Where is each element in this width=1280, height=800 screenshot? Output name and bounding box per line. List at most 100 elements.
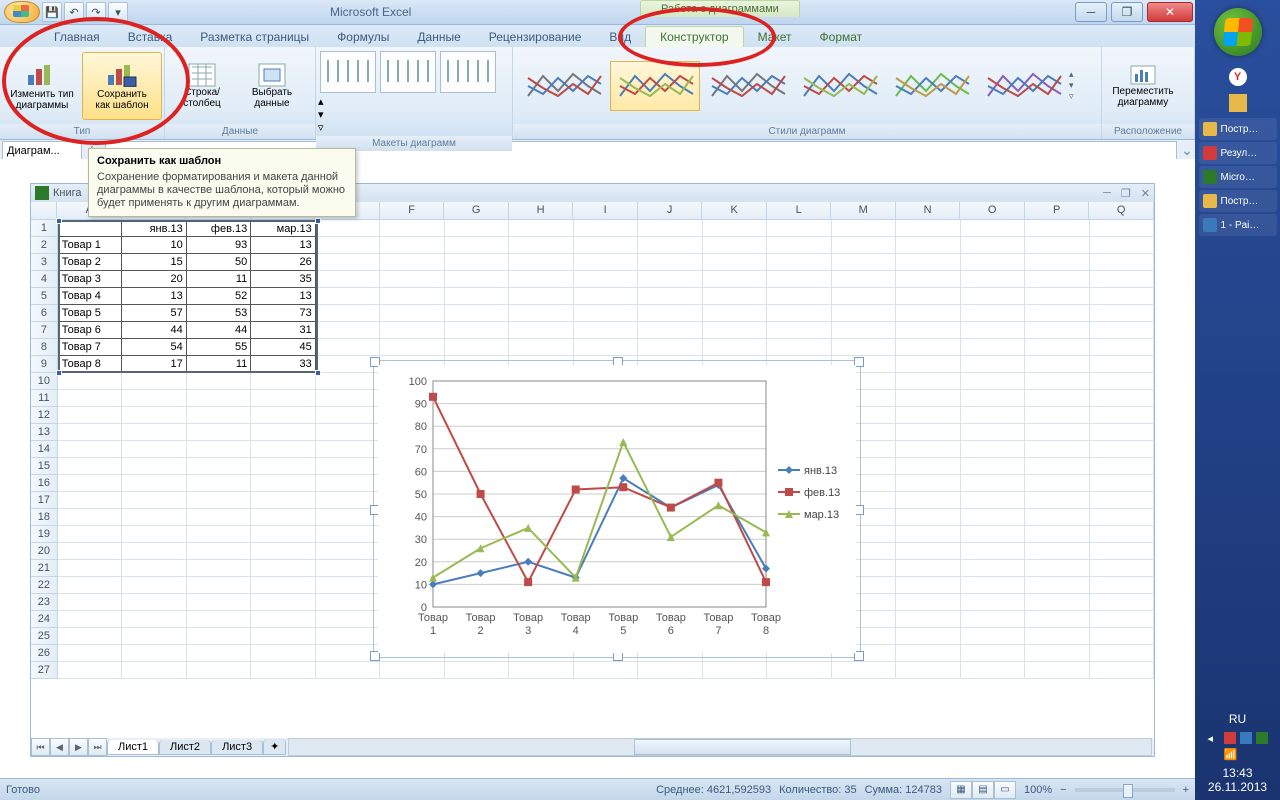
cell[interactable] bbox=[316, 543, 380, 560]
cell[interactable] bbox=[1025, 492, 1089, 509]
cell[interactable] bbox=[1025, 662, 1089, 679]
chart-object[interactable]: 0102030405060708090100Товар1Товар2Товар3… bbox=[373, 360, 861, 658]
chart-style-option[interactable] bbox=[978, 61, 1068, 111]
select-all-corner[interactable] bbox=[31, 202, 57, 219]
cell[interactable] bbox=[187, 373, 251, 390]
cell[interactable] bbox=[638, 220, 702, 237]
cell[interactable] bbox=[961, 356, 1025, 373]
save-as-template-button[interactable]: Сохранить как шаблон bbox=[82, 52, 162, 120]
cell[interactable] bbox=[122, 560, 186, 577]
cell[interactable] bbox=[380, 254, 444, 271]
cell[interactable] bbox=[961, 492, 1025, 509]
sheet-nav-last[interactable]: ⏭ bbox=[88, 738, 107, 756]
cell[interactable] bbox=[251, 475, 315, 492]
cell[interactable] bbox=[896, 288, 960, 305]
cell[interactable] bbox=[896, 322, 960, 339]
taskbar-item[interactable]: Micro… bbox=[1199, 166, 1277, 188]
cell[interactable] bbox=[767, 662, 831, 679]
wb-restore-button[interactable]: ❐ bbox=[1121, 187, 1131, 200]
cell[interactable] bbox=[574, 288, 638, 305]
cell[interactable] bbox=[767, 339, 831, 356]
new-sheet-button[interactable]: ✦ bbox=[263, 739, 286, 755]
col-header[interactable]: J bbox=[638, 202, 703, 219]
view-normal-button[interactable]: ▦ bbox=[950, 781, 972, 799]
cell[interactable] bbox=[896, 526, 960, 543]
row-header[interactable]: 2 bbox=[31, 237, 58, 254]
cell[interactable] bbox=[896, 220, 960, 237]
cell[interactable] bbox=[896, 339, 960, 356]
cell[interactable] bbox=[1025, 271, 1089, 288]
cell[interactable] bbox=[961, 424, 1025, 441]
cell[interactable] bbox=[767, 322, 831, 339]
col-header[interactable]: M bbox=[831, 202, 896, 219]
cell[interactable] bbox=[896, 271, 960, 288]
cell[interactable] bbox=[58, 560, 122, 577]
cell[interactable] bbox=[703, 237, 767, 254]
cell[interactable] bbox=[122, 543, 186, 560]
row-header[interactable]: 25 bbox=[31, 628, 58, 645]
tab-chart-design[interactable]: Конструктор bbox=[645, 26, 743, 47]
tray-icon[interactable] bbox=[1256, 732, 1268, 744]
cell[interactable] bbox=[832, 237, 896, 254]
cell[interactable] bbox=[122, 458, 186, 475]
cell[interactable] bbox=[574, 271, 638, 288]
cell[interactable] bbox=[58, 662, 122, 679]
row-header[interactable]: 26 bbox=[31, 645, 58, 662]
cell[interactable] bbox=[251, 543, 315, 560]
undo-icon[interactable]: ↶ bbox=[64, 2, 84, 22]
cell[interactable] bbox=[1090, 288, 1154, 305]
view-pagebreak-button[interactable]: ▭ bbox=[994, 781, 1016, 799]
cell[interactable] bbox=[251, 492, 315, 509]
cell[interactable] bbox=[574, 662, 638, 679]
cell[interactable] bbox=[1025, 322, 1089, 339]
chart-style-option[interactable] bbox=[518, 61, 608, 111]
cell[interactable] bbox=[1090, 322, 1154, 339]
cell[interactable] bbox=[122, 645, 186, 662]
cell[interactable] bbox=[896, 560, 960, 577]
cell[interactable] bbox=[1025, 509, 1089, 526]
tab-review[interactable]: Рецензирование bbox=[475, 27, 596, 47]
cell[interactable] bbox=[251, 645, 315, 662]
cell[interactable] bbox=[767, 288, 831, 305]
cell[interactable] bbox=[251, 560, 315, 577]
cell[interactable]: Товар 7 bbox=[58, 339, 123, 356]
cell[interactable] bbox=[638, 662, 702, 679]
row-header[interactable]: 9 bbox=[31, 356, 58, 373]
col-header[interactable]: Q bbox=[1089, 202, 1154, 219]
chart-style-option[interactable] bbox=[610, 61, 700, 111]
cell[interactable] bbox=[896, 305, 960, 322]
cell[interactable] bbox=[122, 611, 186, 628]
cell[interactable] bbox=[380, 220, 444, 237]
cell[interactable] bbox=[316, 339, 380, 356]
cell[interactable] bbox=[961, 271, 1025, 288]
cell[interactable] bbox=[638, 288, 702, 305]
cell[interactable] bbox=[896, 492, 960, 509]
styles-scroll[interactable]: ▴▾▿ bbox=[1069, 69, 1085, 102]
taskbar-item[interactable]: 1 - Pai… bbox=[1199, 214, 1277, 236]
cell[interactable] bbox=[1090, 373, 1154, 390]
tray-chevron-icon[interactable]: ◂ bbox=[1208, 732, 1220, 744]
cell[interactable]: 15 bbox=[122, 254, 186, 271]
language-indicator[interactable]: RU bbox=[1229, 712, 1246, 726]
cell[interactable] bbox=[574, 322, 638, 339]
cell[interactable]: 26 bbox=[251, 254, 315, 271]
cell[interactable] bbox=[638, 254, 702, 271]
cell[interactable] bbox=[896, 407, 960, 424]
cell[interactable] bbox=[1090, 628, 1154, 645]
cell[interactable]: 13 bbox=[251, 237, 315, 254]
cell[interactable] bbox=[961, 611, 1025, 628]
cell[interactable] bbox=[1025, 305, 1089, 322]
cell[interactable] bbox=[1025, 628, 1089, 645]
cell[interactable] bbox=[1090, 577, 1154, 594]
tab-home[interactable]: Главная bbox=[40, 27, 114, 47]
cell[interactable] bbox=[1090, 407, 1154, 424]
row-header[interactable]: 22 bbox=[31, 577, 58, 594]
cell[interactable]: 52 bbox=[187, 288, 251, 305]
cell[interactable] bbox=[1090, 441, 1154, 458]
row-header[interactable]: 16 bbox=[31, 475, 58, 492]
chart-style-option[interactable] bbox=[794, 61, 884, 111]
restore-button[interactable]: ❐ bbox=[1111, 2, 1143, 22]
cell[interactable] bbox=[961, 322, 1025, 339]
cell[interactable] bbox=[896, 373, 960, 390]
col-header[interactable]: F bbox=[380, 202, 445, 219]
